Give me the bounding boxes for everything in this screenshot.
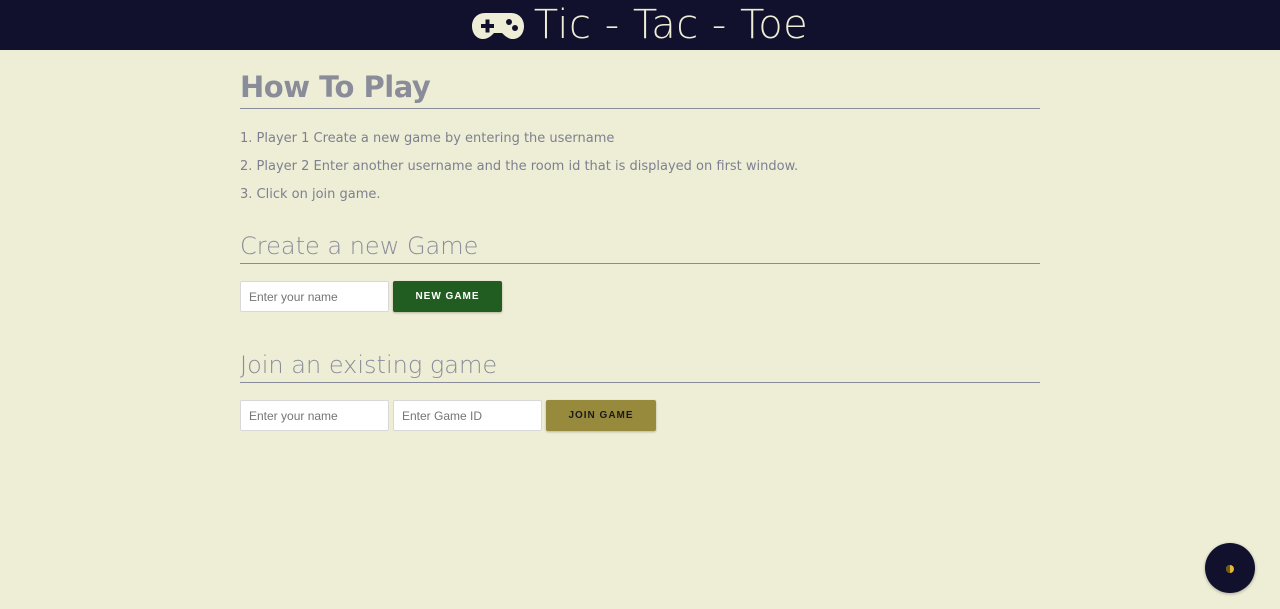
join-game-form: JOIN GAME [240,400,1040,431]
game-id-input[interactable] [393,400,542,431]
join-game-heading: Join an existing game [240,348,1040,383]
gamepad-icon [471,10,524,40]
join-name-input[interactable] [240,400,389,431]
instruction-step: 3. Click on join game. [240,187,381,202]
instruction-step: 1. Player 1 Create a new game by enterin… [240,131,615,146]
new-game-button[interactable]: NEW GAME [393,281,502,312]
instruction-step: 2. Player 2 Enter another username and t… [240,159,799,174]
create-name-input[interactable] [240,281,389,312]
instructions-list: 1. Player 1 Create a new game by enterin… [240,125,1040,209]
join-game-button[interactable]: JOIN GAME [546,400,656,431]
create-game-form: NEW GAME [240,281,1040,312]
brand: Tic - Tac - Toe [471,0,809,50]
app-title: Tic - Tac - Toe [533,2,809,48]
how-to-play-heading: How To Play [240,60,1040,109]
main-content: How To Play 1. Player 1 Create a new gam… [240,60,1040,431]
theme-toggle-button[interactable] [1205,543,1255,593]
create-game-heading: Create a new Game [240,229,1040,264]
theme-toggle-icon [1225,559,1235,578]
top-navbar: Tic - Tac - Toe [0,0,1280,50]
